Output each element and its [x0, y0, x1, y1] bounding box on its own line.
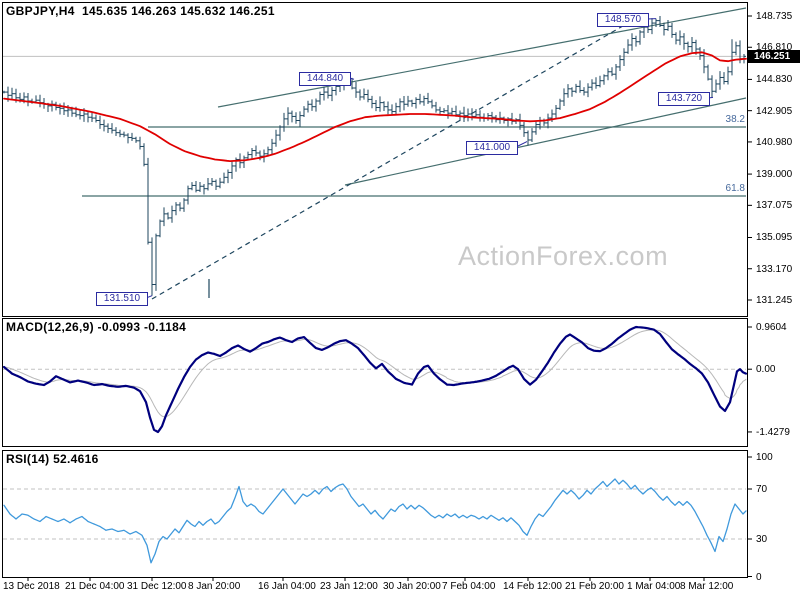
price-axis-label: 142.905 [756, 105, 793, 117]
price-callout: 143.720 [658, 92, 710, 106]
rsi-axis-label: 0 [756, 571, 762, 583]
panel-border-rsi [2, 450, 748, 578]
price-axis-label: 140.980 [756, 136, 793, 148]
price-axis-label: 133.170 [756, 263, 793, 275]
price-callout: 148.570 [597, 13, 649, 27]
price-axis-label: 144.830 [756, 74, 793, 86]
time-axis-label: 21 Feb 20:00 [565, 581, 624, 592]
fib-38-label: 38.2 [725, 114, 745, 125]
price-axis-label: 135.095 [756, 232, 793, 244]
rsi-axis-label: 70 [756, 484, 768, 495]
time-axis-label: 16 Jan 04:00 [258, 581, 316, 592]
price-axis-label: 131.245 [756, 295, 793, 306]
price-axis-label: 139.000 [756, 169, 793, 181]
symbol-title: GBPJPY,H4 145.635 146.263 145.632 146.25… [6, 4, 275, 18]
time-axis-label: 1 Mar 04:00 [627, 581, 681, 592]
macd-axis-label: 0.00 [756, 364, 776, 376]
rsi-axis-label: 100 [756, 452, 773, 463]
time-axis-label: 30 Jan 20:00 [383, 581, 441, 592]
time-axis-label: 31 Dec 12:00 [127, 581, 187, 592]
time-axis-label: 8 Mar 12:00 [680, 581, 734, 592]
time-axis-label: 21 Dec 04:00 [65, 581, 125, 592]
macd-line [2, 325, 748, 434]
rsi-axis-label: 30 [756, 534, 768, 545]
fib-61-label: 61.8 [725, 183, 745, 194]
time-axis-label: 13 Dec 2018 [3, 581, 60, 592]
price-callout: 141.000 [466, 141, 518, 155]
rsi-line [3, 478, 747, 564]
price-axis-label: 148.735 [756, 11, 793, 22]
time-axis-label: 8 Jan 20:00 [188, 581, 241, 592]
macd-indicator-label: MACD(12,26,9) -0.0993 -0.1184 [6, 320, 187, 334]
time-axis-label: 7 Feb 04:00 [442, 581, 496, 592]
price-callout: 131.510 [96, 292, 148, 306]
macd-axis-label: 0.9604 [756, 322, 787, 333]
trendline [344, 97, 747, 186]
price-axis-label: 137.075 [756, 200, 793, 212]
panel-border-macd [2, 318, 748, 447]
price-callout: 144.840 [299, 72, 351, 86]
chart-window: GBPJPY,H4 145.635 146.263 145.632 146.25… [0, 0, 800, 600]
time-axis-label: 14 Feb 12:00 [503, 581, 562, 592]
time-axis-label: 23 Jan 12:00 [320, 581, 378, 592]
rsi-indicator-label: RSI(14) 52.4616 [6, 452, 99, 466]
macd-signal-line [3, 329, 747, 418]
actionforex-watermark: ActionForex.com [458, 241, 669, 271]
price-axis-label: 146.810 [756, 42, 793, 54]
ma-line [3, 51, 747, 163]
macd-axis-label: -1.4279 [756, 426, 790, 438]
